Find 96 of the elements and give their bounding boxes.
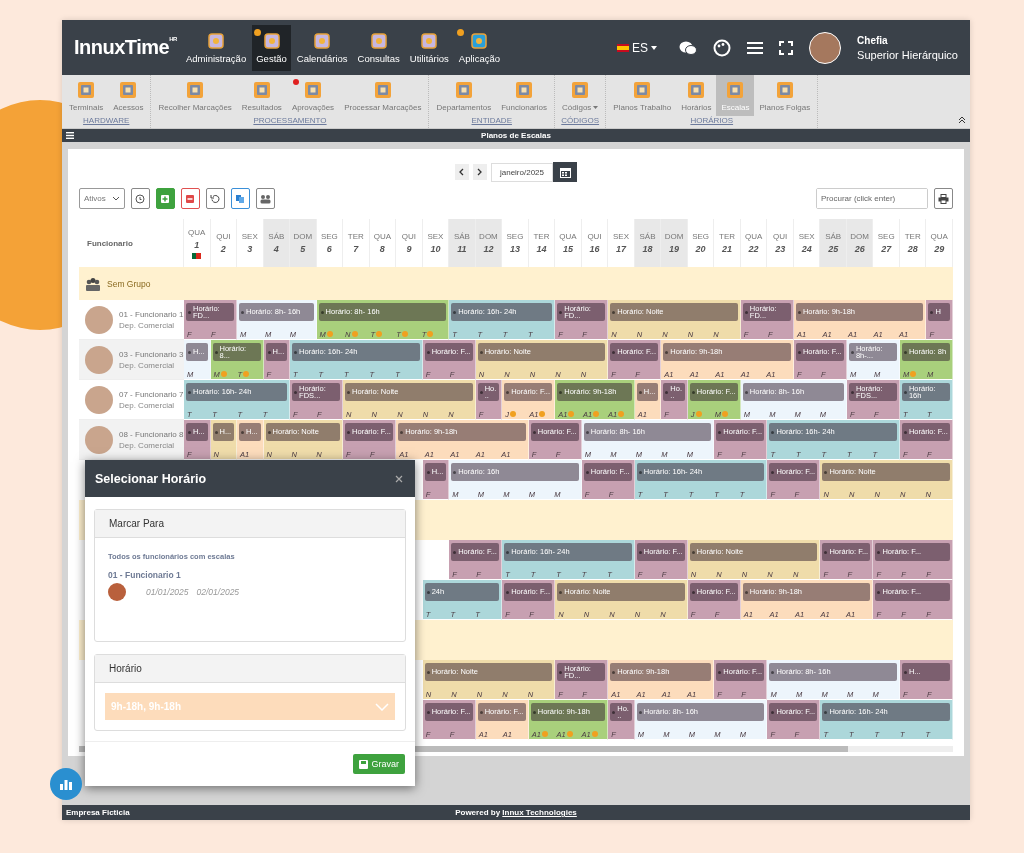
avatar [108, 583, 126, 601]
nav-item[interactable]: Gestão [252, 24, 291, 71]
employee-name[interactable]: 07 - Funcionario 7 [119, 389, 184, 399]
previous-month-button[interactable] [454, 164, 469, 180]
close-icon [395, 475, 403, 483]
avatar [85, 305, 113, 334]
month-field[interactable]: janeiro/2025 [490, 162, 553, 182]
group-label[interactable]: ENTIDADE [471, 116, 512, 128]
minus-icon [185, 193, 196, 204]
nav-item[interactable]: Administração [182, 24, 251, 71]
employee-name: 01 - Funcionario 1 [108, 570, 182, 580]
avatar [85, 425, 113, 454]
status-dropdown[interactable]: Ativos [79, 188, 125, 209]
print-button[interactable] [934, 188, 953, 209]
chevron-down-icon [111, 196, 120, 201]
chart-icon [59, 778, 73, 790]
department-name: Dep. Comercial [119, 440, 176, 450]
people-icon [259, 193, 271, 204]
day-header: DOM 12 [475, 219, 503, 267]
ribbon-button[interactable]: Terminais [64, 75, 109, 116]
nav-item[interactable]: Utilitários [405, 24, 453, 71]
day-header: SÁB 4 [263, 219, 291, 267]
day-header: DOM 19 [661, 219, 688, 267]
save-button[interactable]: Gravar [353, 754, 405, 774]
group-name: Sem Grupo [107, 278, 151, 289]
caret-icon [651, 45, 658, 50]
user-name: Chefia [857, 34, 889, 46]
ribbon-button[interactable]: Planos Trabalho [608, 75, 677, 116]
chat-icon[interactable] [679, 39, 698, 56]
chevron-left-icon [459, 168, 465, 176]
group-label[interactable]: HORÁRIOS [690, 116, 734, 128]
dialog-title: Selecionar Horário [95, 471, 207, 486]
ribbon-button[interactable]: Códigos [557, 75, 604, 116]
copy-icon [235, 193, 246, 204]
avatar [85, 345, 113, 374]
fullscreen-icon[interactable] [779, 40, 794, 55]
next-month-button[interactable] [472, 164, 487, 180]
section-title: Horário [95, 655, 405, 683]
remove-button[interactable] [180, 188, 200, 209]
avatar [85, 385, 113, 414]
department-name: Dep. Comercial [119, 400, 176, 410]
ribbon-button[interactable]: Aprovações [286, 75, 340, 116]
printer-icon [938, 193, 949, 204]
logo: InnuxTime$^{HR}$ [74, 36, 178, 59]
undo-button[interactable] [205, 188, 225, 209]
day-header: SÁB 18 [634, 219, 662, 267]
group-label[interactable]: PROCESSAMENTO [253, 116, 327, 128]
avatar[interactable] [809, 31, 842, 64]
ribbon-button[interactable]: Recolher Marcações [153, 75, 237, 116]
ribbon-button[interactable]: Funcionarios [496, 75, 552, 116]
floating-action-button[interactable] [50, 768, 82, 800]
flag-icon [617, 43, 630, 52]
chevron-down-icon [375, 702, 389, 711]
copy-button[interactable] [230, 188, 250, 209]
ribbon-button[interactable]: Processar Marcações [339, 75, 427, 116]
department-name: Dep. Comercial [119, 320, 176, 330]
collapse-icon[interactable] [958, 116, 966, 124]
powered-by-text: Powered by Innux Technologies [454, 808, 578, 817]
menu-icon[interactable] [66, 132, 74, 139]
company-name: Empresa Ficticia [66, 808, 131, 817]
nav-item[interactable]: Aplicação [454, 24, 505, 71]
clock-button[interactable] [130, 188, 150, 209]
section-title: Marcar Para [95, 510, 405, 538]
group-label[interactable]: HARDWARE [83, 116, 130, 128]
plus-icon [160, 193, 171, 204]
language-selector[interactable]: ES [611, 39, 664, 56]
ribbon-button[interactable]: Acessos [108, 75, 149, 116]
page-title: Planos de Escalas [481, 131, 551, 140]
user-role: Superior Hierárquico [857, 48, 958, 61]
ribbon-button[interactable]: Horários [676, 75, 717, 116]
employee-name[interactable]: 03 - Funcionario 3 [119, 349, 184, 359]
day-header: SÁB 25 [820, 219, 847, 267]
day-header: DOM 26 [846, 219, 874, 267]
group-button[interactable] [255, 188, 275, 209]
day-header: SÁB 11 [449, 219, 476, 267]
ribbon-button[interactable]: Planos Folgas [754, 75, 816, 116]
nav-item[interactable]: Consultas [353, 24, 404, 71]
calendar-button[interactable] [553, 162, 577, 182]
ribbon-button[interactable]: Resultados [236, 75, 287, 116]
add-button[interactable] [155, 188, 175, 209]
date-text: 01/01/2025 [146, 587, 189, 597]
menu-icon[interactable] [747, 40, 764, 55]
search-field[interactable]: Procurar (click enter) [816, 188, 928, 209]
company-link[interactable]: Innux Technologies [502, 808, 577, 817]
ribbon-button[interactable]: Departamentos [431, 75, 497, 116]
group-label[interactable]: CÓDIGOS [561, 116, 600, 128]
department-name: Dep. Comercial [119, 360, 176, 370]
employee-name[interactable]: 01 - Funcionario 1 [119, 309, 184, 319]
day-header: DOM 5 [290, 219, 317, 267]
save-icon [359, 759, 369, 769]
undo-icon [210, 193, 221, 204]
people-icon [85, 276, 101, 291]
date-text: 02/01/2025 [196, 587, 240, 597]
chevron-right-icon [477, 168, 483, 176]
nav-item[interactable]: Calendários [292, 24, 352, 71]
employee-name[interactable]: 08 - Funcionario 8 [119, 429, 184, 439]
